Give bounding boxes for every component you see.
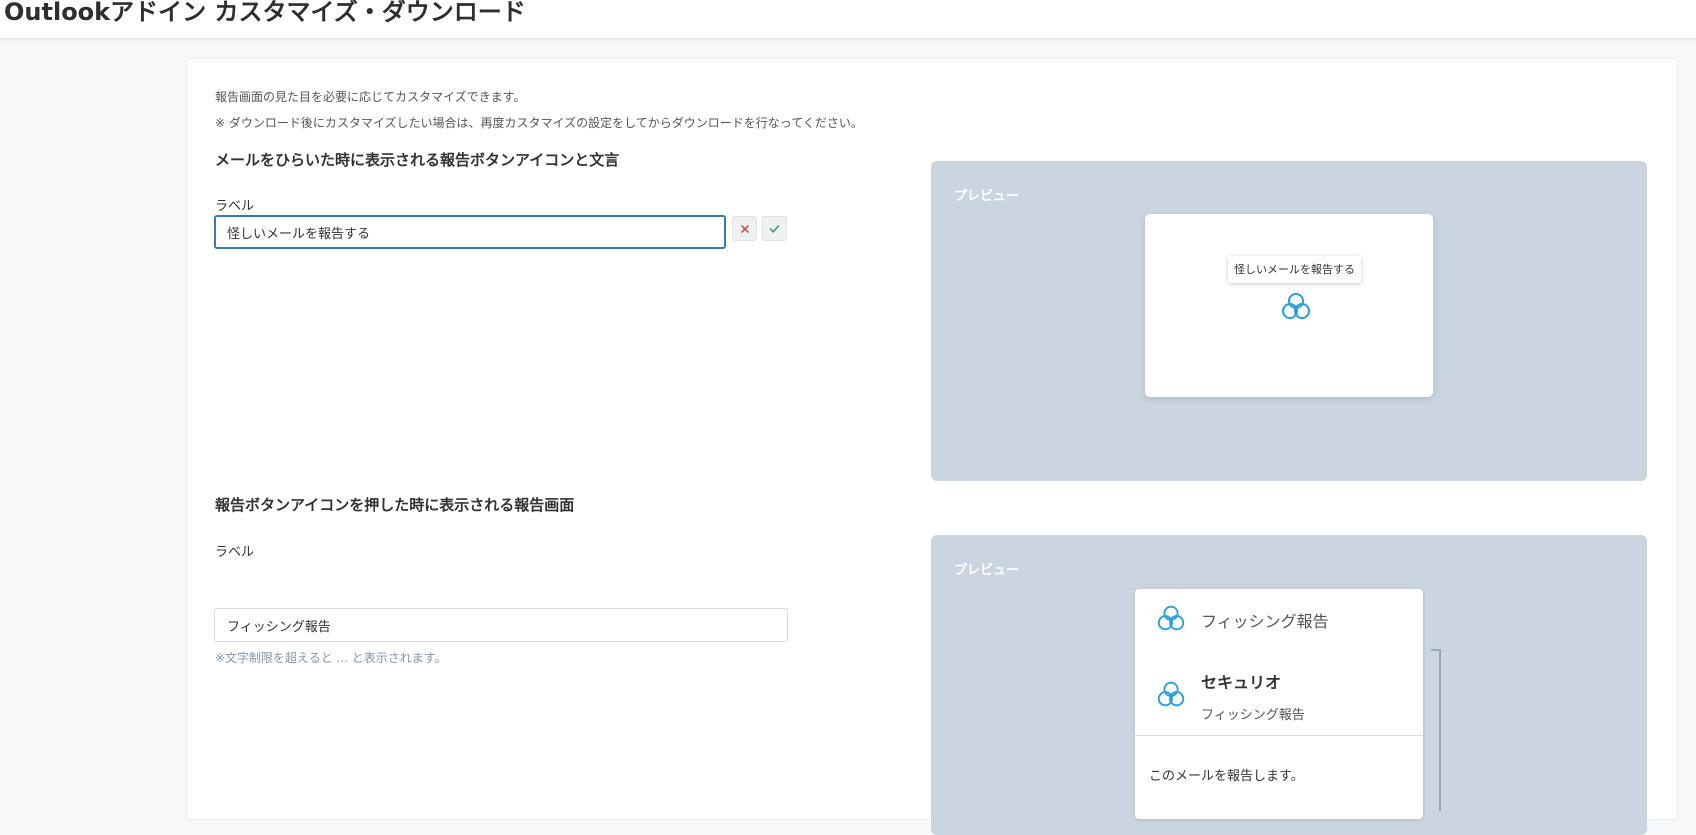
label-field-caption: ラベル <box>215 199 255 214</box>
report-preview-panel: プレビュー フィッシング報告 セキュリオ フィッシング報告 このメールを報告しま… <box>931 535 1647 835</box>
top-bar: Outlookアドイン カスタマイズ・ダウンロード <box>0 0 1696 39</box>
report-label-input[interactable] <box>214 608 788 642</box>
pane-brand-subtitle: フィッシング報告 <box>1201 708 1305 723</box>
char-limit-hint: ※文字制限を超えると ... と表示されます。 <box>215 651 447 665</box>
trefoil-logo-icon <box>1155 603 1187 633</box>
connector-bracket <box>1431 649 1441 811</box>
section-heading-button-icon: メールをひらいた時に表示される報告ボタンアイコンと文言 <box>215 151 620 169</box>
mock-report-pane: フィッシング報告 セキュリオ フィッシング報告 このメールを報告します。 <box>1135 589 1423 819</box>
button-label-input[interactable] <box>214 215 726 249</box>
pane-divider <box>1135 735 1423 736</box>
trefoil-logo-icon[interactable] <box>1279 291 1313 321</box>
label-field-caption: ラベル <box>215 545 255 560</box>
mock-mail-window: 怪しいメールを報告する <box>1145 214 1433 397</box>
check-icon <box>769 224 780 233</box>
trefoil-logo-icon <box>1155 679 1187 709</box>
section-heading-report-screen: 報告ボタンアイコンを押した時に表示される報告画面 <box>215 496 575 514</box>
button-preview-panel: プレビュー 怪しいメールを報告する <box>931 161 1647 481</box>
pane-header-title: フィッシング報告 <box>1201 612 1329 631</box>
pane-message: このメールを報告します。 <box>1149 769 1304 784</box>
preview-tooltip: 怪しいメールを報告する <box>1228 256 1361 283</box>
preview-label: プレビュー <box>954 189 1020 204</box>
confirm-edit-button[interactable] <box>762 216 787 241</box>
intro-text: 報告画面の見た目を必要に応じてカスタマイズできます。 <box>215 90 526 104</box>
pane-brand-name: セキュリオ <box>1201 673 1282 692</box>
page-title: Outlookアドイン カスタマイズ・ダウンロード <box>4 0 526 26</box>
preview-label: プレビュー <box>954 563 1020 578</box>
intro-note: ※ ダウンロード後にカスタマイズしたい場合は、再度カスタマイズの設定をしてからダ… <box>215 116 863 130</box>
customize-card: 報告画面の見た目を必要に応じてカスタマイズできます。 ※ ダウンロード後にカスタ… <box>186 58 1678 835</box>
cancel-edit-button[interactable] <box>732 216 757 241</box>
close-icon <box>740 224 749 233</box>
